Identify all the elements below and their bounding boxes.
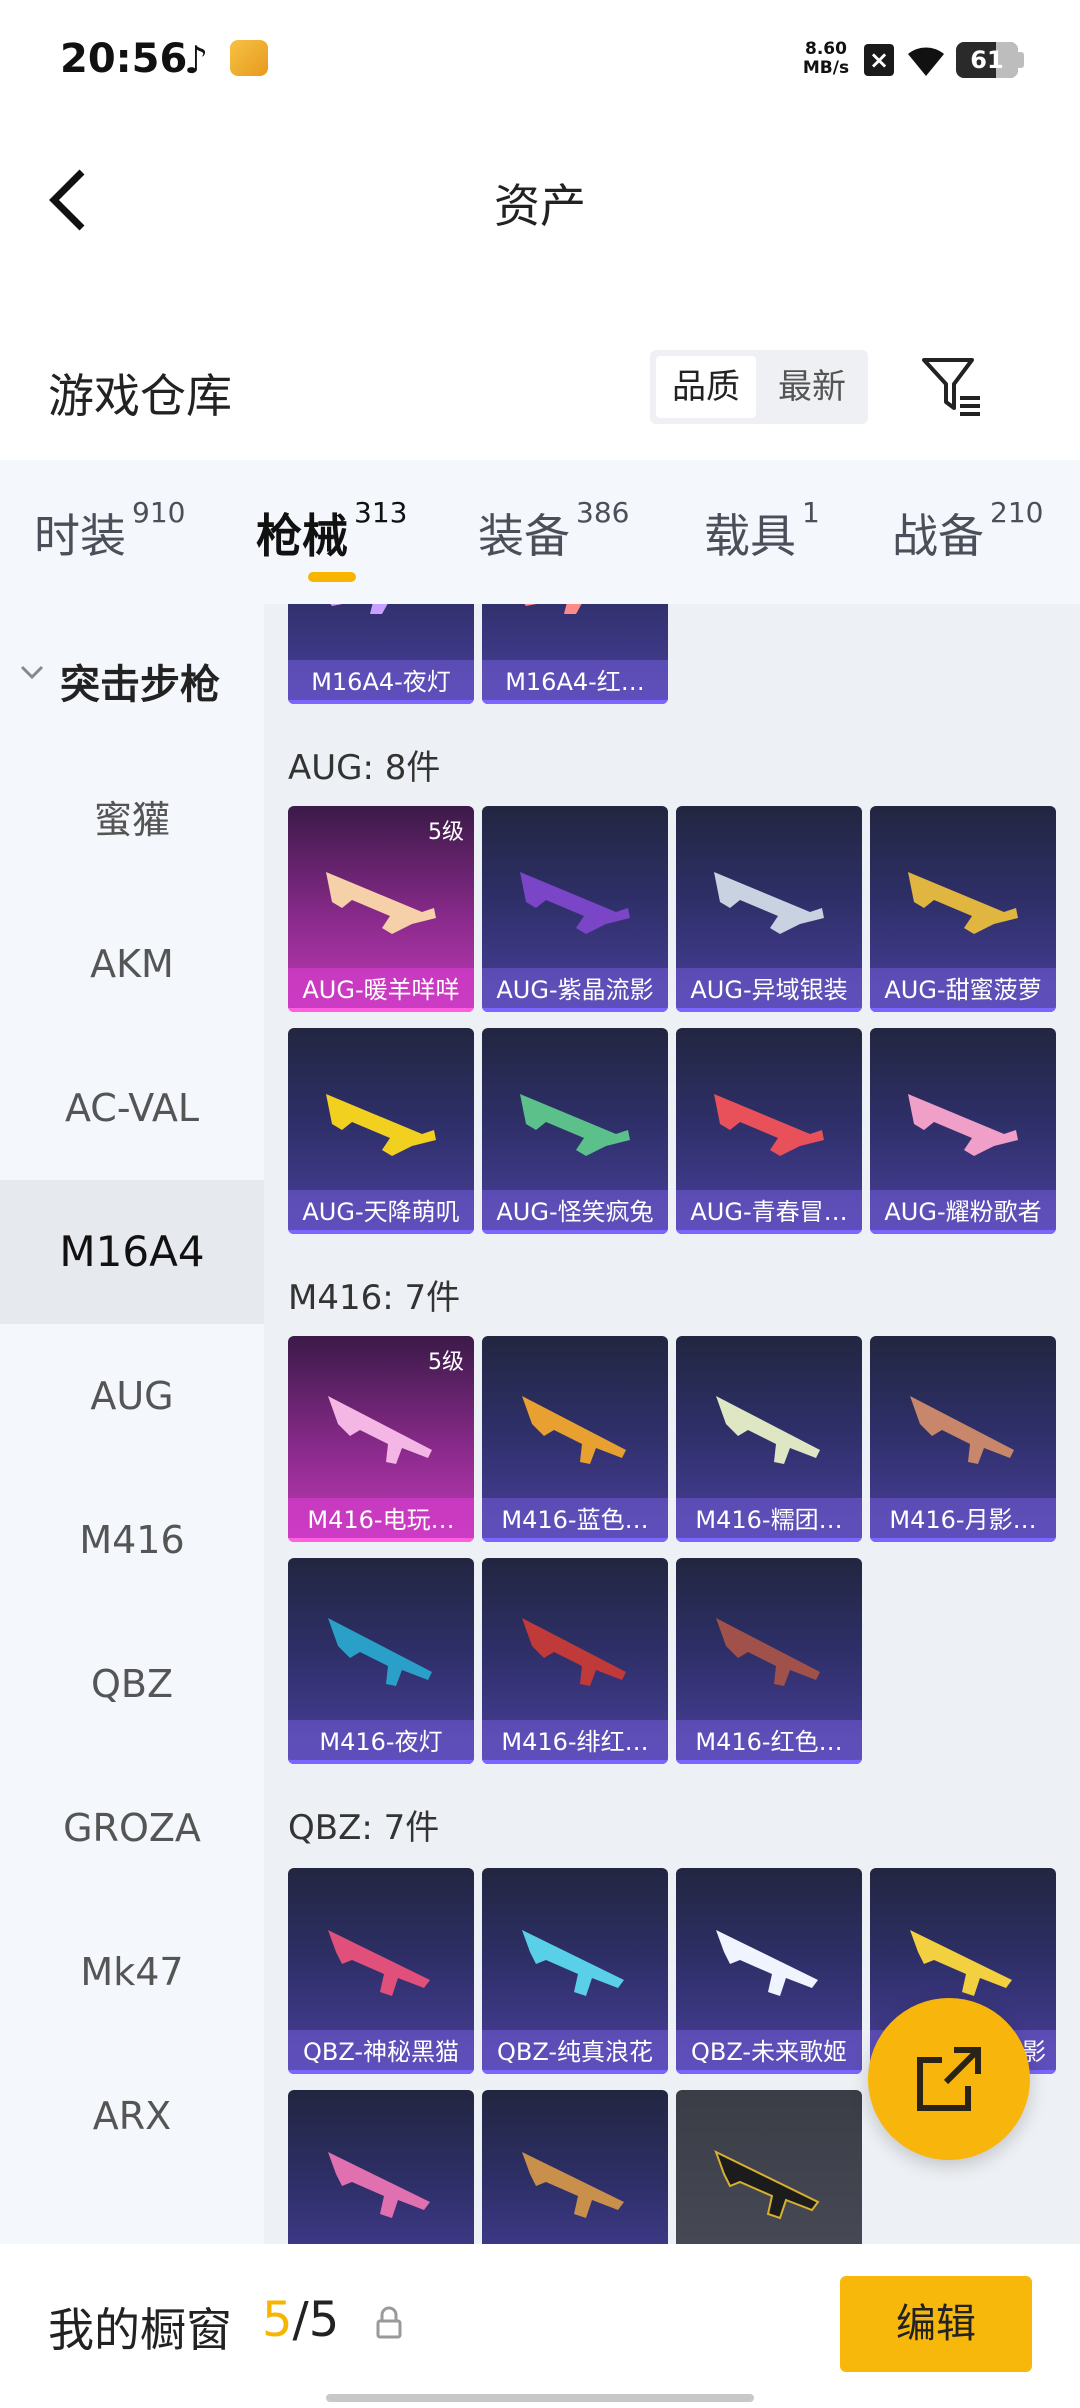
- warehouse-header: 游戏仓库 品质 最新: [0, 330, 1080, 450]
- nav-bar: 资产: [0, 140, 1080, 260]
- app-notification-icon: [230, 40, 268, 76]
- weapon-card[interactable]: AUG-紫晶流影: [482, 806, 668, 1012]
- weapon-card[interactable]: AUG-青春冒…: [676, 1028, 862, 1234]
- chevron-down-icon: [20, 665, 44, 680]
- weapon-card[interactable]: AUG-天降萌叽: [288, 1028, 474, 1234]
- tab-vehicles[interactable]: 载具 1: [704, 496, 820, 566]
- showcase-bar: 我的橱窗 5/5 编辑: [0, 2244, 1080, 2408]
- page-title: 资产: [494, 179, 586, 233]
- sidebar-item-akm[interactable]: AKM: [0, 892, 264, 1036]
- tab-supplies[interactable]: 战备 210: [892, 496, 1043, 566]
- sidebar-item-mk47[interactable]: Mk47: [0, 1900, 264, 2044]
- rifle-icon: [328, 1396, 432, 1464]
- status-time: 20:56: [60, 36, 188, 82]
- rifle-icon: [522, 1618, 626, 1686]
- sidebar-item-arx[interactable]: ARX: [0, 2044, 264, 2188]
- rifle-icon: [328, 2152, 430, 2218]
- rifle-icon: [520, 872, 630, 934]
- sidebar-item-ac-val[interactable]: AC-VAL: [0, 1036, 264, 1180]
- weapon-card[interactable]: QBZ-未来歌姬: [676, 1868, 862, 2074]
- active-tab-indicator: [308, 572, 356, 582]
- wifi-icon: [908, 47, 944, 76]
- weapon-card[interactable]: M416-月影…: [870, 1336, 1056, 1542]
- lock-icon: [376, 2306, 402, 2339]
- group-title-m416: M416: 7件: [288, 1278, 461, 1318]
- tab-firearms[interactable]: 枪械 313: [256, 496, 407, 566]
- sidebar-item-qbz[interactable]: QBZ: [0, 1612, 264, 1756]
- rifle-icon: [522, 2152, 624, 2218]
- battery-icon: 61: [956, 42, 1018, 78]
- sort-quality-button[interactable]: 品质: [656, 356, 756, 418]
- rifle-icon: [910, 1930, 1012, 1996]
- weapon-card[interactable]: M416-红色…: [676, 1558, 862, 1764]
- network-speed: 8.60 MB/s: [802, 39, 850, 78]
- rifle-icon: [522, 1396, 626, 1464]
- weapon-card[interactable]: M416-绯红…: [482, 1558, 668, 1764]
- rifle-icon: [520, 1094, 630, 1156]
- weapon-card[interactable]: QBZ-神秘黑猫: [288, 1868, 474, 2074]
- rifle-icon: [908, 872, 1018, 934]
- weapon-card[interactable]: M16A4-夜灯: [288, 604, 474, 704]
- home-indicator[interactable]: [326, 2394, 754, 2402]
- weapon-card[interactable]: AUG-耀粉歌者: [870, 1028, 1056, 1234]
- rifle-icon: [326, 872, 436, 934]
- sidebar-item-aug[interactable]: AUG: [0, 1324, 264, 1468]
- weapon-card[interactable]: AUG-甜蜜菠萝: [870, 806, 1056, 1012]
- status-bar: 20:56 ♪ 8.60 MB/s × 61: [0, 0, 1080, 120]
- rifle-icon: [522, 1930, 624, 1996]
- tiktok-icon: ♪: [184, 38, 209, 82]
- rifle-icon: [716, 1618, 820, 1686]
- rifle-icon: [330, 604, 388, 614]
- weapon-card[interactable]: AUG-异域银装: [676, 806, 862, 1012]
- weapon-card[interactable]: [288, 2090, 474, 2244]
- filter-icon[interactable]: [920, 354, 984, 418]
- showcase-title: 我的橱窗: [48, 2303, 232, 2357]
- sidebar-item-honey-badger[interactable]: 蜜獾: [0, 748, 264, 892]
- weapon-card[interactable]: QBZ-纯真浪花: [482, 1868, 668, 2074]
- sidebar-group-assault-rifles[interactable]: 突击步枪: [0, 604, 264, 748]
- showcase-count: 5/5: [262, 2292, 340, 2348]
- sidebar-item-m416[interactable]: M416: [0, 1468, 264, 1612]
- rifle-icon: [716, 1396, 820, 1464]
- weapon-card[interactable]: M416-蓝色…: [482, 1336, 668, 1542]
- weapon-card[interactable]: M416-夜灯: [288, 1558, 474, 1764]
- rifle-icon: [716, 1930, 818, 1996]
- sort-newest-button[interactable]: 最新: [762, 356, 862, 418]
- group-title-qbz: QBZ: 7件: [288, 1808, 440, 1848]
- rifle-icon: [524, 604, 582, 614]
- share-icon: [917, 2047, 981, 2111]
- sidebar-item-groza[interactable]: GROZA: [0, 1756, 264, 1900]
- rifle-icon: [910, 1396, 1014, 1464]
- weapon-card[interactable]: M416-糯团…: [676, 1336, 862, 1542]
- weapon-card[interactable]: M16A4-红…: [482, 604, 668, 704]
- rifle-icon: [714, 2150, 820, 2220]
- rifle-icon: [908, 1094, 1018, 1156]
- sidebar-item-m16a4[interactable]: M16A4: [0, 1180, 264, 1324]
- rifle-icon: [714, 872, 824, 934]
- weapon-card[interactable]: 5级 AUG-暖羊咩咩: [288, 806, 474, 1012]
- weapon-card[interactable]: [482, 2090, 668, 2244]
- rifle-icon: [328, 1618, 432, 1686]
- tab-equipment[interactable]: 装备 386: [478, 496, 629, 566]
- category-tabs: 时装 910 枪械 313 装备 386 载具 1 战备 210: [0, 460, 1080, 604]
- sim-off-icon: ×: [864, 44, 894, 76]
- share-button[interactable]: [868, 1998, 1030, 2160]
- sort-toggle: 品质 最新: [650, 350, 868, 424]
- warehouse-title: 游戏仓库: [48, 369, 232, 423]
- tab-fashion[interactable]: 时装 910: [34, 496, 185, 566]
- rifle-icon: [326, 1094, 436, 1156]
- rifle-icon: [714, 1094, 824, 1156]
- weapon-sidebar: 突击步枪 蜜獾 AKM AC-VAL M16A4 AUG M416 QBZ GR…: [0, 604, 264, 2244]
- edit-button[interactable]: 编辑: [840, 2276, 1032, 2372]
- weapon-card[interactable]: [676, 2090, 862, 2244]
- group-title-aug: AUG: 8件: [288, 748, 441, 788]
- rifle-icon: [328, 1930, 430, 1996]
- weapon-card[interactable]: 5级 M416-电玩…: [288, 1336, 474, 1542]
- weapon-card[interactable]: AUG-怪笑疯兔: [482, 1028, 668, 1234]
